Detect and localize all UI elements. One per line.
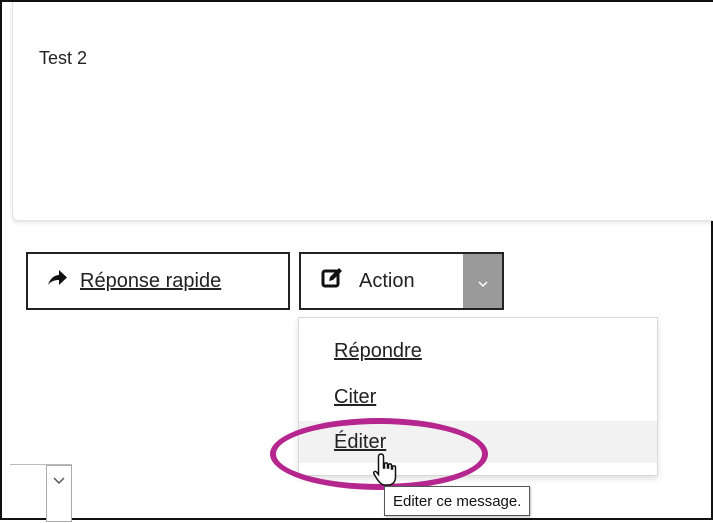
select-dropdown-toggle[interactable] (46, 465, 72, 522)
chevron-down-icon (477, 270, 488, 293)
arrow-right-icon (46, 269, 68, 293)
post-text: Test 2 (39, 48, 88, 68)
quick-reply-button[interactable]: Réponse rapide (26, 252, 290, 310)
chevron-down-icon (53, 470, 65, 489)
menu-item-citer[interactable]: Citer (299, 376, 657, 418)
partial-select-box[interactable] (10, 464, 72, 523)
action-button[interactable]: Action (299, 252, 504, 310)
tooltip: Editer ce message. (384, 486, 531, 516)
quick-reply-label: Réponse rapide (80, 269, 222, 292)
menu-item-repondre[interactable]: Répondre (299, 330, 657, 372)
post-content-box: Test 2 (12, 2, 713, 221)
action-label: Action (359, 269, 415, 292)
action-dropdown-toggle[interactable] (463, 254, 502, 308)
edit-icon (321, 267, 343, 295)
